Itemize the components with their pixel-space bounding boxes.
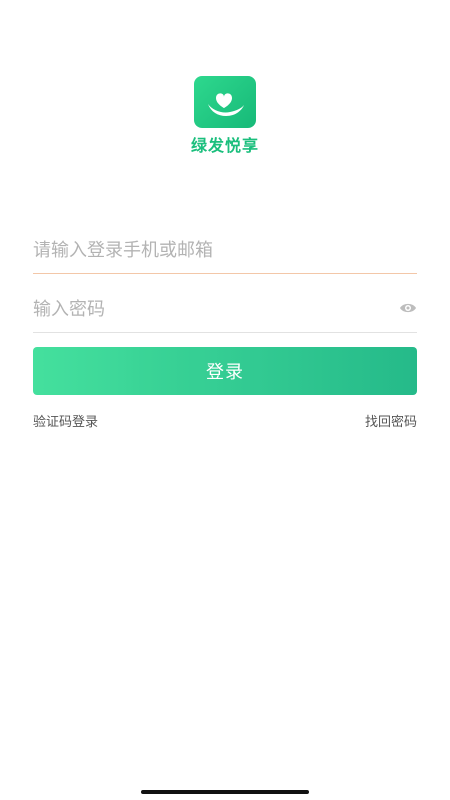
- account-input[interactable]: [33, 230, 373, 270]
- app-name: 绿发悦享: [190, 136, 259, 155]
- account-field: [33, 230, 417, 274]
- app-logo: [194, 76, 256, 128]
- login-screen: 绿发悦享 登录 验证码登录 找回密码: [0, 0, 450, 800]
- forgot-password-link[interactable]: 找回密码: [365, 411, 417, 430]
- password-field: [33, 289, 417, 333]
- heart-hand-icon: [208, 93, 244, 116]
- account-underline: [33, 273, 417, 274]
- sms-login-link[interactable]: 验证码登录: [33, 411, 98, 430]
- login-button[interactable]: 登录: [33, 347, 417, 395]
- password-input[interactable]: [33, 289, 373, 329]
- password-underline: [33, 332, 417, 333]
- home-indicator: [141, 790, 309, 794]
- eye-icon[interactable]: [399, 301, 417, 315]
